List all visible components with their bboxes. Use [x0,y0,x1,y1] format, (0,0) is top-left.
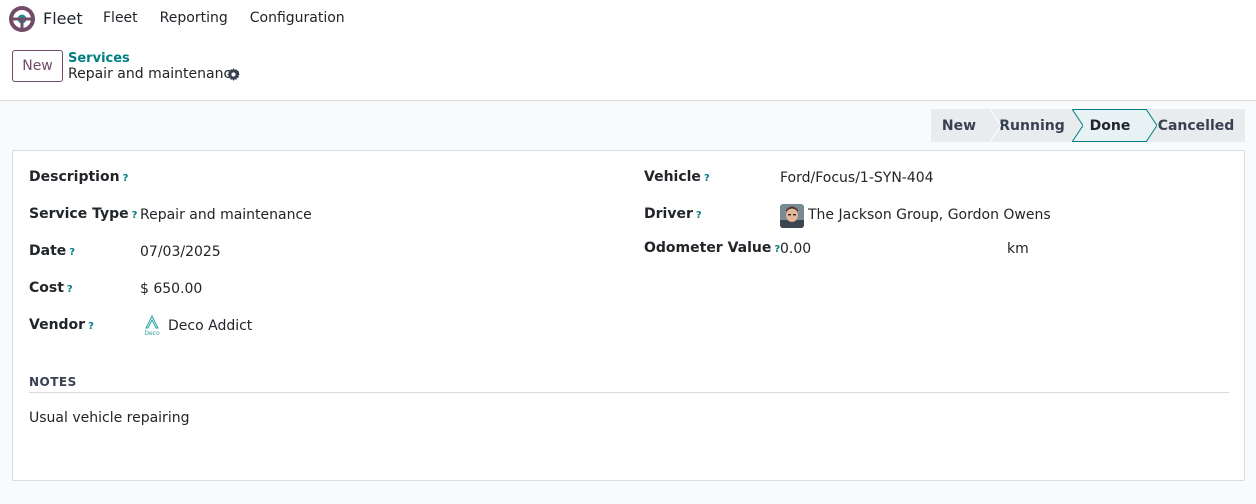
odometer-label: Odometer Value [644,240,772,256]
vehicle-label: Vehicle [644,169,701,185]
svg-text:Deco: Deco [144,330,160,337]
field-vendor: Vendor ? [29,317,94,333]
field-odometer: Odometer Value ? [644,240,780,256]
stage-cancelled-label: Cancelled [1157,117,1235,134]
control-panel: New Services Repair and maintenance [0,38,1256,101]
vehicle-help-icon[interactable]: ? [704,173,710,184]
field-driver: Driver ? [644,206,702,222]
menu-fleet[interactable]: Fleet [103,10,138,26]
service-type-help-icon[interactable]: ? [132,210,138,221]
stage-cancelled[interactable]: Cancelled [1147,109,1245,142]
stage-separator-icon [990,109,1001,142]
record-title: Repair and maintenance [68,66,240,82]
vehicle-value[interactable]: Ford/Focus/1-SYN-404 [780,170,934,186]
field-date: Date ? [29,243,75,259]
breadcrumb-services[interactable]: Services [68,51,130,66]
app-name[interactable]: Fleet [43,9,83,28]
description-help-icon[interactable]: ? [123,173,129,184]
date-help-icon[interactable]: ? [69,247,75,258]
vendor-logo: Deco [144,314,160,337]
vendor-label: Vendor [29,317,86,333]
menu-configuration[interactable]: Configuration [250,10,345,26]
service-type-value[interactable]: Repair and maintenance [140,207,312,223]
notes-heading: NOTES [29,375,77,389]
date-value[interactable]: 07/03/2025 [140,244,221,260]
form-sheet: Description ? Service Type ? Repair and … [12,150,1245,481]
notes-text[interactable]: Usual vehicle repairing [29,410,189,426]
vendor-value[interactable]: Deco Addict [168,318,252,334]
stage-new-label: New [941,117,977,134]
stage-running[interactable]: Running [991,109,1083,142]
date-label: Date [29,243,67,259]
vendor-help-icon[interactable]: ? [88,321,94,332]
driver-value[interactable]: The Jackson Group, Gordon Owens [808,207,1051,223]
driver-label: Driver [644,206,693,222]
menu-reporting[interactable]: Reporting [160,10,228,26]
field-vehicle: Vehicle ? [644,169,710,185]
stage-done-label: Done [1089,117,1131,134]
main-menu: Fleet Reporting Configuration [103,10,345,26]
driver-avatar [780,204,804,228]
field-service-type: Service Type ? [29,206,137,222]
stage-running-label: Running [999,117,1065,134]
top-navbar: Fleet Fleet Reporting Configuration [0,0,1256,38]
field-cost: Cost ? [29,280,73,296]
new-button[interactable]: New [12,50,63,82]
cost-label: Cost [29,280,64,296]
stage-separator-icon [1072,109,1083,142]
stage-new[interactable]: New [931,109,1001,142]
odometer-value[interactable]: 0.00 [780,241,811,257]
fleet-app-icon[interactable] [8,5,36,33]
status-bar: New Running Done Cancelled [931,109,1245,142]
cost-help-icon[interactable]: ? [67,284,73,295]
field-description: Description ? [29,169,128,185]
driver-help-icon[interactable]: ? [696,210,702,221]
service-type-label: Service Type [29,206,129,222]
stage-separator-icon [1146,109,1157,142]
notes-divider [29,392,1229,393]
stage-done-active[interactable]: Done [1073,109,1157,142]
cost-value[interactable]: $ 650.00 [140,281,202,297]
description-label: Description [29,169,120,185]
gear-icon[interactable] [227,68,240,81]
odometer-unit: km [1007,241,1029,257]
